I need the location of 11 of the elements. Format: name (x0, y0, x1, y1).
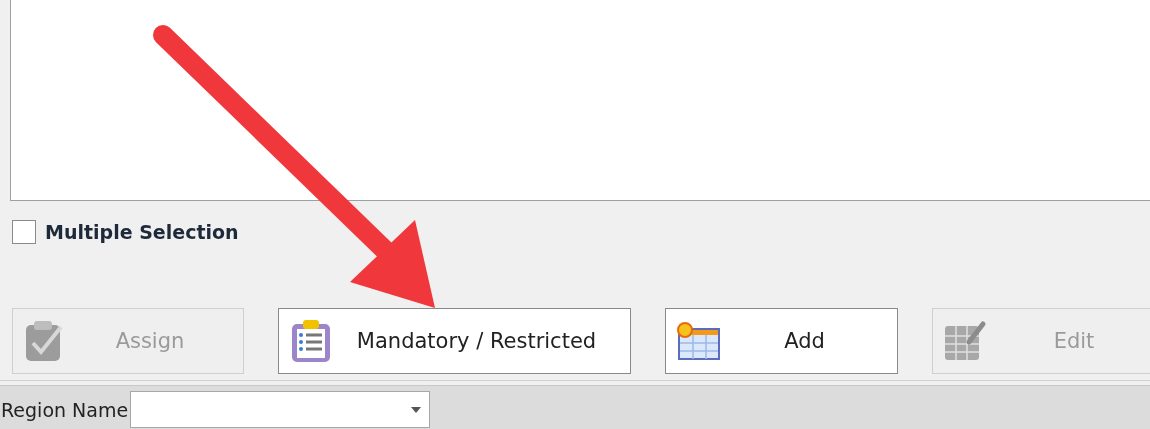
checkbox-label: Multiple Selection (45, 221, 239, 243)
clipboard-list-icon (289, 318, 333, 364)
mandatory-button[interactable]: Mandatory / Restricted (278, 308, 631, 374)
field-label: Region Name (1, 398, 129, 421)
list-box[interactable] (10, 0, 1150, 201)
dropdown-field[interactable] (130, 391, 431, 428)
table-edit-icon (943, 320, 987, 362)
caret-icon (411, 406, 422, 413)
add-button[interactable]: Add (665, 308, 898, 374)
checkbox[interactable] (12, 220, 36, 244)
table-add-icon (676, 321, 722, 361)
